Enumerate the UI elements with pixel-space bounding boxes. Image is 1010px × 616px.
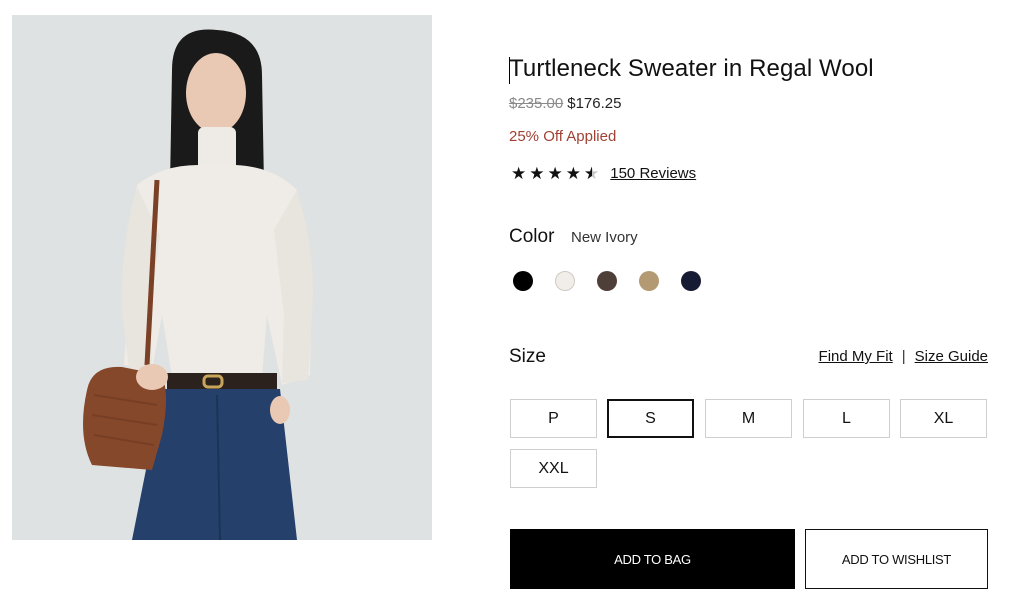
add-to-wishlist-button[interactable]: ADD TO WISHLIST <box>805 529 988 589</box>
size-option-p[interactable]: P <box>510 399 597 438</box>
half-star-icon: ★ <box>584 165 599 182</box>
sale-price: $176.25 <box>567 95 622 112</box>
discount-label: 25% Off Applied <box>509 128 617 145</box>
star-icon: ★ <box>547 164 563 183</box>
size-option-l[interactable]: L <box>803 399 890 438</box>
size-option-s[interactable]: S <box>607 399 694 438</box>
selected-color-name: New Ivory <box>571 229 638 246</box>
color-label: Color <box>509 226 555 247</box>
size-option-xxl[interactable]: XXL <box>510 449 597 488</box>
star-icon: ★ <box>565 164 581 183</box>
rating: ★ ★ ★ ★ ★ 150 Reviews <box>511 165 696 182</box>
swatch-black[interactable] <box>513 271 533 291</box>
size-guide-link[interactable]: Size Guide <box>915 348 988 365</box>
product-image <box>12 15 432 540</box>
size-option-m[interactable]: M <box>705 399 792 438</box>
size-label: Size <box>509 346 546 367</box>
size-option-xl[interactable]: XL <box>900 399 987 438</box>
swatch-brown[interactable] <box>597 271 617 291</box>
reviews-link[interactable]: 150 Reviews <box>610 165 696 182</box>
link-separator: | <box>901 348 906 365</box>
original-price: $235.00 <box>509 95 564 112</box>
swatch-new-ivory[interactable] <box>555 271 575 291</box>
add-to-bag-button[interactable]: ADD TO BAG <box>510 529 795 589</box>
model-wearing-sweater-illustration <box>12 15 432 540</box>
swatch-camel[interactable] <box>639 271 659 291</box>
swatch-navy[interactable] <box>681 271 701 291</box>
star-icon: ★ <box>511 164 527 183</box>
price-row: $235.00 $176.25 <box>509 95 621 112</box>
star-icon: ★ <box>529 164 545 183</box>
product-title: Turtleneck Sweater in Regal Wool <box>509 55 874 82</box>
find-my-fit-link[interactable]: Find My Fit <box>819 348 893 365</box>
fit-links: Find My Fit | Size Guide <box>819 348 988 365</box>
